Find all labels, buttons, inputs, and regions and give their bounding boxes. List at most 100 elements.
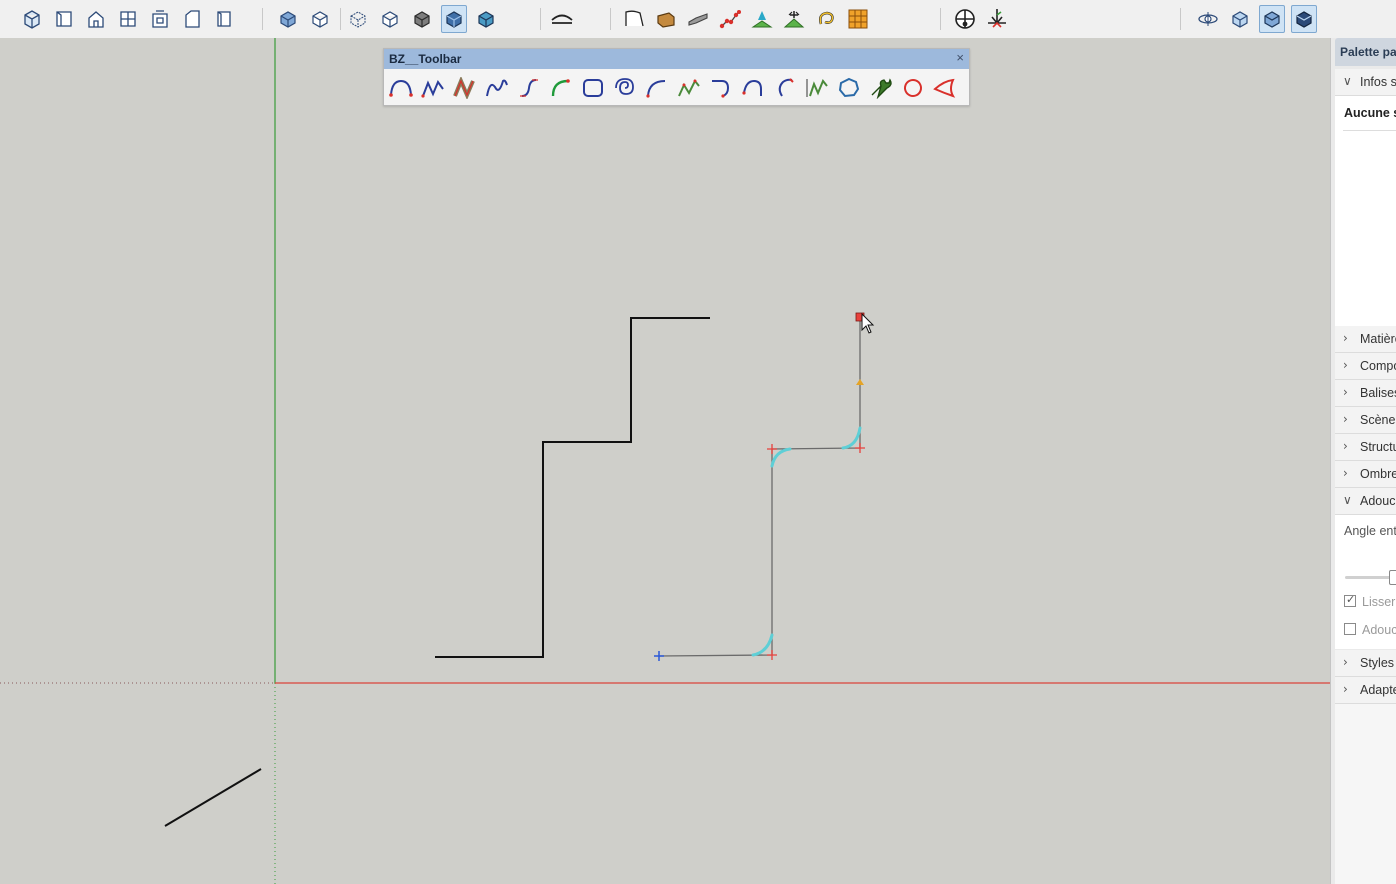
section-components[interactable]: › Composants bbox=[1335, 353, 1396, 380]
shaded-textures-style-icon[interactable] bbox=[441, 5, 467, 33]
chevron-right-icon: › bbox=[1343, 682, 1348, 696]
section-label: Adapter la photo bbox=[1360, 683, 1396, 697]
spiral-icon[interactable] bbox=[611, 74, 639, 102]
chevron-right-icon: › bbox=[1343, 439, 1348, 453]
control-point-marker[interactable] bbox=[855, 443, 865, 453]
cubic-bezier-icon[interactable] bbox=[515, 74, 543, 102]
bz-toolbar-title: BZ__Toolbar bbox=[389, 52, 462, 66]
control-point-marker[interactable] bbox=[767, 650, 777, 660]
catmull-spline-icon[interactable] bbox=[707, 74, 735, 102]
sandbox-from-contours-icon[interactable] bbox=[621, 5, 647, 33]
uniform-bspline-icon[interactable] bbox=[675, 74, 703, 102]
back-edges-style-icon[interactable] bbox=[307, 5, 333, 33]
hidden-line-style-icon[interactable] bbox=[377, 5, 403, 33]
control-point-marker[interactable] bbox=[767, 444, 777, 454]
settings-wrench-icon[interactable] bbox=[867, 74, 895, 102]
fillet-handle[interactable] bbox=[770, 447, 792, 468]
bezier-curve-path[interactable] bbox=[658, 318, 861, 657]
component-options-icon[interactable] bbox=[1227, 5, 1253, 33]
grid-icon[interactable] bbox=[845, 5, 871, 33]
toolbar-separator bbox=[940, 8, 941, 30]
chevron-down-icon: ∨ bbox=[1343, 74, 1352, 88]
chevron-right-icon: › bbox=[1343, 385, 1348, 399]
entity-info-value: Aucune sélection bbox=[1344, 106, 1396, 120]
fillet-arc-icon[interactable] bbox=[547, 74, 575, 102]
rounded-rectangle-icon[interactable] bbox=[579, 74, 607, 102]
generate-report-icon[interactable] bbox=[1291, 5, 1317, 33]
add-detail-icon[interactable] bbox=[781, 5, 807, 33]
chevron-down-icon: ∨ bbox=[1343, 493, 1352, 507]
bz-toolbar-window[interactable]: BZ__Toolbar × bbox=[383, 48, 970, 106]
xray-style-icon[interactable] bbox=[275, 5, 301, 33]
section-label: Scènes bbox=[1360, 413, 1396, 427]
tray-empty-area bbox=[1335, 704, 1396, 884]
smoove-icon[interactable] bbox=[685, 5, 711, 33]
drape-icon[interactable] bbox=[749, 5, 775, 33]
section-materials[interactable]: › Matières bbox=[1335, 326, 1396, 353]
staircase-edge[interactable] bbox=[435, 317, 710, 658]
freehand-curve-icon[interactable] bbox=[771, 74, 799, 102]
bz-toolbar-titlebar[interactable]: BZ__Toolbar × bbox=[384, 49, 969, 69]
soften-edges-body: Angle entre les normales ✓ Lisser les no… bbox=[1335, 515, 1396, 649]
axes-tool-icon[interactable] bbox=[952, 5, 978, 33]
orbit-icon[interactable] bbox=[1195, 5, 1221, 33]
close-icon[interactable]: × bbox=[956, 50, 964, 65]
adoucir-label: Adoucir les coplanaires bbox=[1362, 623, 1396, 637]
iso-view-icon[interactable] bbox=[19, 5, 45, 33]
section-label: Composants bbox=[1360, 359, 1396, 373]
section-label: Styles bbox=[1360, 656, 1395, 670]
section-plane-icon[interactable] bbox=[549, 5, 575, 33]
monochrome-style-icon[interactable] bbox=[473, 5, 499, 33]
dimension-tool-icon[interactable] bbox=[984, 5, 1010, 33]
polyline-icon[interactable] bbox=[419, 74, 447, 102]
stamp-icon[interactable] bbox=[717, 5, 743, 33]
toolbar-separator bbox=[262, 8, 263, 30]
component-attributes-icon[interactable] bbox=[1259, 5, 1285, 33]
lisser-label: Lisser les normales bbox=[1362, 595, 1396, 609]
adoucir-checkbox[interactable] bbox=[1344, 623, 1356, 635]
fillet-handle[interactable] bbox=[841, 426, 862, 450]
ellipse-icon[interactable] bbox=[899, 74, 927, 102]
section-label: Structure bbox=[1360, 440, 1396, 454]
front-view-icon[interactable] bbox=[83, 5, 109, 33]
spline-icon[interactable] bbox=[451, 74, 479, 102]
section-outliner[interactable]: › Structure bbox=[1335, 434, 1396, 461]
loose-edge[interactable] bbox=[164, 768, 262, 827]
left-view-icon[interactable] bbox=[179, 5, 205, 33]
triangle-icon[interactable] bbox=[931, 74, 959, 102]
lisser-checkbox[interactable]: ✓ bbox=[1344, 593, 1356, 607]
polygon-icon[interactable] bbox=[835, 74, 863, 102]
angle-slider-thumb[interactable] bbox=[1389, 570, 1396, 585]
section-tags[interactable]: › Balises bbox=[1335, 380, 1396, 407]
section-scenes[interactable]: › Scènes bbox=[1335, 407, 1396, 434]
right-view-icon[interactable] bbox=[115, 5, 141, 33]
wireframe-style-icon[interactable] bbox=[345, 5, 371, 33]
chevron-right-icon: › bbox=[1343, 358, 1348, 372]
toolbar-separator bbox=[1180, 8, 1181, 30]
b-spline-icon[interactable] bbox=[483, 74, 511, 102]
shaded-style-icon[interactable] bbox=[409, 5, 435, 33]
polyline-divider-icon[interactable] bbox=[803, 74, 831, 102]
section-styles[interactable]: › Styles bbox=[1335, 650, 1396, 677]
modeling-viewport[interactable] bbox=[0, 38, 1330, 884]
check-icon: ✓ bbox=[1346, 593, 1356, 606]
section-soften-edges[interactable]: ∨ Adoucir les arêtes bbox=[1335, 488, 1396, 515]
flip-edge-icon[interactable] bbox=[813, 5, 839, 33]
bottom-view-icon[interactable] bbox=[211, 5, 237, 33]
toolbar-separator bbox=[340, 8, 341, 30]
section-shadows[interactable]: › Ombres bbox=[1335, 461, 1396, 488]
start-point-marker[interactable] bbox=[654, 651, 664, 661]
tray-title: Palette par défaut bbox=[1340, 45, 1396, 59]
angle-label: Angle entre les normales bbox=[1344, 524, 1396, 538]
toolbar-separator bbox=[540, 8, 541, 30]
section-entity-info[interactable]: ∨ Infos sur l'entité bbox=[1335, 69, 1396, 96]
arc-icon[interactable] bbox=[643, 74, 671, 102]
bezier-classic-icon[interactable] bbox=[387, 74, 415, 102]
curve-continue-icon[interactable] bbox=[739, 74, 767, 102]
top-view-icon[interactable] bbox=[51, 5, 77, 33]
section-match-photo[interactable]: › Adapter la photo bbox=[1335, 677, 1396, 704]
tray-header[interactable]: Palette par défaut bbox=[1335, 38, 1396, 66]
back-view-icon[interactable] bbox=[147, 5, 173, 33]
fillet-handle[interactable] bbox=[751, 633, 774, 657]
sandbox-from-scratch-icon[interactable] bbox=[653, 5, 679, 33]
